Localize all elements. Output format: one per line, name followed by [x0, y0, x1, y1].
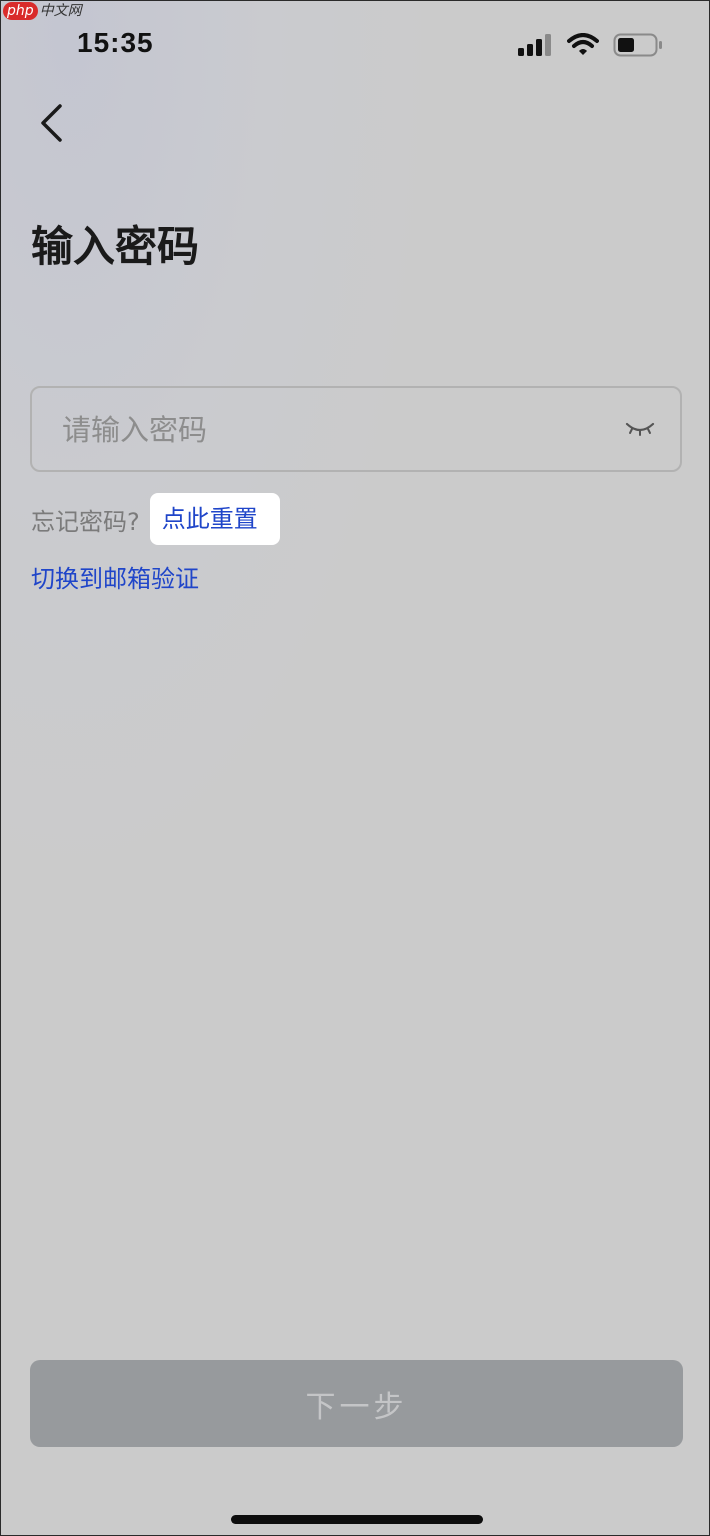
login-password-screen: php 中文网 15:35 输入密码 忘记密码? 点此重置 切换到邮箱验证 下一… — [0, 0, 710, 1536]
status-icons — [517, 33, 663, 61]
battery-level-fill — [618, 38, 634, 52]
watermark-logo: php — [3, 2, 38, 20]
forgot-password-prompt: 忘记密码? — [31, 507, 140, 536]
switch-to-email-link[interactable]: 切换到邮箱验证 — [31, 561, 199, 597]
forgot-password-row: 忘记密码? 点此重置 — [31, 493, 280, 545]
home-indicator — [231, 1515, 483, 1524]
watermark: php 中文网 — [3, 1, 82, 21]
page-title: 输入密码 — [31, 222, 200, 271]
wifi-icon — [567, 33, 599, 61]
back-button[interactable] — [27, 101, 75, 149]
reset-password-link[interactable]: 点此重置 — [149, 493, 280, 545]
chevron-left-icon — [38, 103, 64, 147]
password-input[interactable] — [60, 388, 604, 472]
status-time: 15:35 — [77, 27, 154, 58]
next-button[interactable]: 下一步 — [30, 1360, 683, 1447]
password-field — [30, 386, 682, 472]
eye-closed-icon[interactable] — [624, 416, 656, 444]
battery-icon — [613, 33, 663, 61]
signal-icon — [517, 33, 553, 61]
watermark-site: 中文网 — [39, 3, 82, 19]
